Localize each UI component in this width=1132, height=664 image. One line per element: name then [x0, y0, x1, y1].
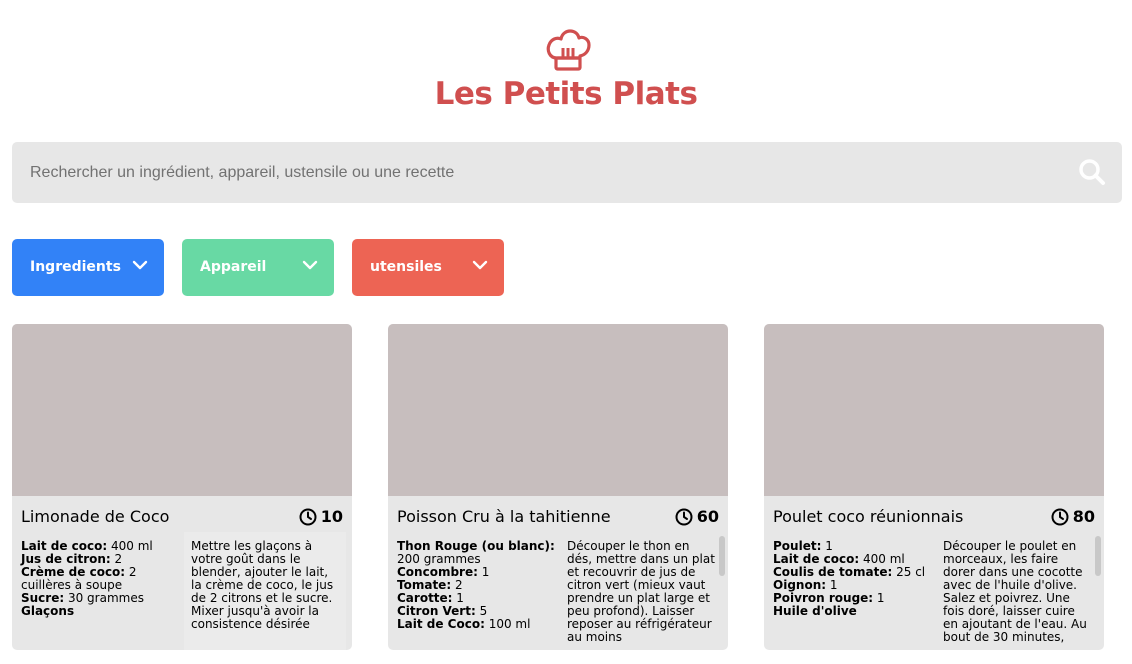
ingredient-item: Thon Rouge (ou blanc): 200 grammes — [397, 540, 557, 566]
ingredient-item: Huile d'olive — [773, 605, 933, 618]
chevron-down-icon — [302, 260, 318, 270]
recipe-time-value: 60 — [696, 507, 719, 526]
ingredient-quantity: 1 — [477, 565, 490, 579]
description-scrollbar[interactable] — [1095, 536, 1101, 576]
recipe-title: Poisson Cru à la tahitienne — [397, 507, 611, 526]
ingredient-quantity: 400 ml — [859, 552, 905, 566]
recipe-image — [764, 324, 1104, 496]
ingredient-quantity: 2 — [451, 578, 463, 592]
ingredient-list: Lait de coco: 400 ml Jus de citron: 2 Crèm… — [21, 540, 181, 618]
recipe-image — [388, 324, 728, 496]
recipe-image — [12, 324, 352, 496]
filter-label: Ingredients — [30, 259, 121, 275]
ingredient-name: Thon Rouge (ou blanc): — [397, 539, 555, 553]
recipe-card[interactable]: Limonade de Coco 10 Lait de coco: 400 ml… — [12, 324, 352, 650]
search-input[interactable] — [12, 142, 1072, 203]
search-icon[interactable] — [1078, 158, 1106, 186]
recipe-time-value: 10 — [320, 507, 343, 526]
ingredient-name: Carotte: — [397, 591, 453, 605]
page-title: Les Petits Plats — [434, 76, 698, 112]
ingredient-quantity: 5 — [475, 604, 488, 618]
chef-hat-icon — [546, 29, 591, 71]
search-bar — [12, 142, 1122, 203]
ingredient-list: Poulet: 1 Lait de coco: 400 ml Coulis de t… — [773, 540, 933, 618]
ingredient-quantity: 25 cl — [892, 565, 926, 579]
ingredient-list: Thon Rouge (ou blanc): 200 grammes Concom… — [397, 540, 557, 631]
clock-icon — [299, 508, 317, 525]
ingredient-item: Crème de coco: 2 cuillères à soupe — [21, 566, 181, 592]
ingredient-name: Lait de coco: — [773, 552, 860, 566]
recipe-time: 60 — [675, 507, 719, 526]
recipe-description[interactable]: Découper le poulet en morceaux, les fair… — [943, 540, 1093, 644]
recipe-card[interactable]: Poisson Cru à la tahitienne 60 Thon Roug… — [388, 324, 728, 650]
ingredient-quantity: 1 — [873, 591, 885, 605]
chevron-down-icon — [472, 260, 488, 270]
recipe-description[interactable]: Découper le thon en dés, mettre dans un … — [567, 540, 717, 644]
clock-icon — [1051, 508, 1069, 525]
ingredient-quantity: 1 — [452, 591, 464, 605]
chevron-down-icon — [132, 260, 148, 270]
ingredient-name: Lait de Coco: — [397, 617, 485, 631]
ingredient-quantity: 200 grammes — [397, 552, 481, 566]
ingredient-quantity: 2 — [110, 552, 123, 566]
ingredient-item: Glaçons — [21, 605, 181, 618]
ingredient-name: Oignon: — [773, 578, 827, 592]
ingredient-name: Coulis de tomate: — [773, 565, 893, 579]
filter-label: utensiles — [370, 259, 442, 275]
description-scrollbar[interactable] — [719, 536, 725, 576]
ingredient-quantity: 1 — [826, 578, 838, 592]
ingredient-name: Citron Vert: — [397, 604, 476, 618]
recipe-title: Limonade de Coco — [21, 507, 170, 526]
ingredient-name: Sucre: — [21, 591, 65, 605]
ingredient-name: Tomate: — [397, 578, 452, 592]
ingredient-name: Poivron rouge: — [773, 591, 874, 605]
ingredient-name: Glaçons — [21, 604, 75, 618]
ingredient-name: Huile d'olive — [773, 604, 857, 618]
recipe-time: 80 — [1051, 507, 1095, 526]
recipe-time: 10 — [299, 507, 343, 526]
filter-ustensiles-button[interactable]: utensiles — [352, 239, 504, 296]
recipe-card[interactable]: Poulet coco réunionnais 80 Poulet: 1 Lait… — [764, 324, 1104, 650]
ingredient-name: Poulet: — [773, 539, 822, 553]
clock-icon — [675, 508, 693, 525]
recipe-description: Mettre les glaçons à votre goût dans le … — [191, 540, 334, 631]
ingredient-name: Concombre: — [397, 565, 478, 579]
filter-appareil-button[interactable]: Appareil — [182, 239, 334, 296]
filter-ingredients-button[interactable]: Ingredients — [12, 239, 164, 296]
ingredient-quantity: 1 — [821, 539, 833, 553]
ingredient-name: Crème de coco: — [21, 565, 126, 579]
ingredient-name: Jus de citron: — [21, 552, 111, 566]
filter-label: Appareil — [200, 259, 267, 275]
ingredient-quantity: 400 ml — [107, 539, 153, 553]
ingredient-quantity: 30 grammes — [64, 591, 144, 605]
ingredient-name: Lait de coco: — [21, 539, 108, 553]
recipe-time-value: 80 — [1072, 507, 1095, 526]
ingredient-item: Lait de Coco: 100 ml — [397, 618, 557, 631]
recipe-title: Poulet coco réunionnais — [773, 507, 964, 526]
ingredient-quantity: 100 ml — [484, 617, 531, 631]
